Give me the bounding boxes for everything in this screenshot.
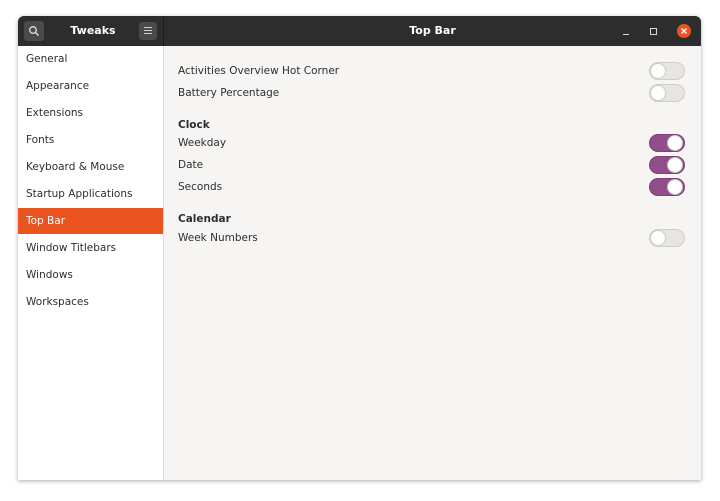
maximize-icon [650, 28, 657, 35]
sidebar-item-windows[interactable]: Windows [18, 262, 163, 288]
sidebar-item-extensions[interactable]: Extensions [18, 100, 163, 126]
clock-heading: Clock [178, 119, 210, 131]
battery-percentage-label: Battery Percentage [178, 87, 280, 99]
header-bar: Tweaks Top Bar [18, 16, 701, 46]
minimize-icon [623, 34, 629, 35]
calendar-heading: Calendar [178, 213, 231, 225]
app-title: Tweaks [70, 24, 116, 37]
battery-percentage-switch[interactable] [649, 84, 685, 102]
seconds-label: Seconds [178, 181, 223, 193]
switch-knob [667, 179, 683, 195]
switch-knob [650, 63, 666, 79]
sidebar-item-top-bar[interactable]: Top Bar [18, 208, 163, 234]
hot-corner-label: Activities Overview Hot Corner [178, 65, 340, 77]
tweaks-window: Tweaks Top Bar General Appearance Extens… [18, 16, 701, 480]
date-label: Date [178, 159, 204, 171]
close-icon [681, 28, 687, 34]
sidebar-item-window-titlebars[interactable]: Window Titlebars [18, 235, 163, 261]
maximize-button[interactable] [646, 24, 662, 38]
search-button[interactable] [24, 21, 44, 41]
switch-knob [650, 85, 666, 101]
sidebar-item-general[interactable]: General [18, 46, 163, 72]
close-button[interactable] [677, 24, 691, 38]
hot-corner-switch[interactable] [649, 62, 685, 80]
sidebar-item-workspaces[interactable]: Workspaces [18, 289, 163, 315]
menu-button[interactable] [139, 22, 157, 40]
search-icon [29, 26, 39, 36]
sidebar-item-keyboard-mouse[interactable]: Keyboard & Mouse [18, 154, 163, 180]
sidebar-header: Tweaks [18, 16, 163, 46]
sidebar-item-fonts[interactable]: Fonts [18, 127, 163, 153]
week-numbers-label: Week Numbers [178, 232, 258, 244]
sidebar: General Appearance Extensions Fonts Keyb… [18, 46, 164, 480]
switch-knob [650, 230, 666, 246]
settings-panel: Activities Overview Hot Corner Battery P… [164, 46, 701, 480]
weekday-switch[interactable] [649, 134, 685, 152]
sidebar-item-appearance[interactable]: Appearance [18, 73, 163, 99]
date-switch[interactable] [649, 156, 685, 174]
minimize-button[interactable] [619, 26, 635, 38]
switch-knob [667, 157, 683, 173]
sidebar-item-startup-applications[interactable]: Startup Applications [18, 181, 163, 207]
week-numbers-switch[interactable] [649, 229, 685, 247]
switch-knob [667, 135, 683, 151]
weekday-label: Weekday [178, 137, 227, 149]
seconds-switch[interactable] [649, 178, 685, 196]
